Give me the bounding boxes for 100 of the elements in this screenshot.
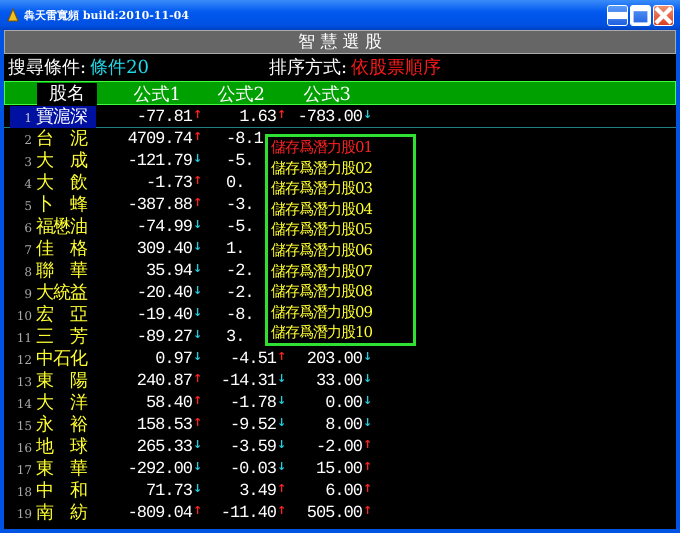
- column-header[interactable]: 股名: [37, 83, 97, 105]
- menu-item[interactable]: 儲存爲潛力股08: [271, 281, 413, 302]
- row-number: 5: [23, 198, 33, 215]
- menu-item[interactable]: 儲存爲潛力股07: [271, 260, 413, 282]
- trend-arrow: ↓: [363, 373, 372, 384]
- trend-arrow: ↓: [277, 395, 286, 406]
- table-cell-text: 265.33: [136, 438, 192, 456]
- table-cell-text: -8.: [225, 306, 255, 324]
- trend-arrow: ↓: [193, 307, 202, 318]
- table-cell-text: -2.: [225, 262, 255, 280]
- table-cell-text: 35.94: [144, 262, 192, 280]
- table-cell-text: 4709.74: [126, 130, 192, 148]
- stock-name[interactable]: 東 陽: [36, 370, 96, 392]
- row-number: 3: [23, 154, 33, 171]
- stock-name[interactable]: 大 飲: [36, 172, 96, 194]
- trend-arrow: ↑: [277, 351, 286, 362]
- stock-name[interactable]: 三 芳: [36, 326, 96, 348]
- table-cell-text: 203.00: [306, 350, 362, 368]
- trend-arrow: ↑: [277, 505, 286, 516]
- table-cell-text: 0.: [225, 174, 246, 192]
- menu-item[interactable]: 儲存爲潛力股03: [271, 178, 413, 199]
- maximize-button[interactable]: [630, 4, 651, 26]
- stock-name[interactable]: 宏 亞: [36, 304, 96, 326]
- row-number: 17: [16, 462, 33, 479]
- row-number: 4: [23, 176, 33, 193]
- table-cell-text: 58.40: [144, 394, 192, 412]
- table-cell-text: 1.63: [238, 108, 276, 126]
- stock-name[interactable]: 大統益: [36, 282, 96, 304]
- trend-arrow: ↓: [363, 395, 372, 406]
- search-condition[interactable]: 條件20: [90, 55, 149, 79]
- stock-name[interactable]: 寶滬深: [36, 106, 96, 128]
- app-icon: [6, 8, 20, 22]
- menu-item[interactable]: 儲存爲潛力股06: [271, 240, 413, 261]
- stock-name[interactable]: 台 泥: [36, 128, 96, 150]
- table-cell-text: -89.27: [136, 328, 192, 346]
- table-cell-text: -5.: [225, 218, 255, 236]
- stock-name[interactable]: 福懋油: [36, 216, 96, 238]
- table-cell-text: 8.00: [324, 416, 362, 434]
- row-number: 11: [16, 330, 33, 347]
- stock-name[interactable]: 南 紡: [36, 502, 96, 524]
- stock-name[interactable]: 大 洋: [36, 392, 96, 414]
- maximize-icon: [631, 6, 650, 24]
- trend-arrow: ↓: [363, 351, 372, 362]
- table-cell-text: 3.: [225, 328, 246, 346]
- table-cell-text: 158.53: [136, 416, 192, 434]
- trend-arrow: ↓: [277, 417, 286, 428]
- table-cell-text: -2.00: [314, 438, 362, 456]
- stock-name[interactable]: 聯 華: [36, 260, 96, 282]
- row-number: 18: [16, 484, 33, 501]
- trend-arrow: ↓: [193, 351, 202, 362]
- menu-item[interactable]: 儲存爲潛力股09: [271, 302, 413, 322]
- table-cell-text: 6.00: [324, 482, 362, 500]
- table-cell-text: -809.04: [126, 504, 192, 522]
- row-number: 10: [16, 308, 33, 325]
- table-cell-text: -3.: [225, 196, 255, 214]
- trend-arrow: ↓: [277, 461, 286, 472]
- stock-name[interactable]: 地 球: [36, 436, 96, 458]
- trend-arrow: ↓: [193, 241, 202, 252]
- table-cell-text: -1.78: [228, 394, 276, 412]
- table-cell-text: -9.52: [228, 416, 276, 434]
- sort-label: 排序方式:: [268, 56, 348, 79]
- stock-name[interactable]: 東 華: [36, 458, 96, 480]
- trend-arrow: ↑: [193, 505, 202, 516]
- minimize-button[interactable]: [607, 4, 628, 26]
- table-cell-text: -1.73: [144, 174, 192, 192]
- menu-item[interactable]: 儲存爲潛力股04: [271, 198, 413, 220]
- stock-name[interactable]: 永 裕: [36, 414, 96, 436]
- close-button[interactable]: [653, 4, 674, 26]
- table-cell-text: 15.00: [314, 460, 362, 478]
- row-number: 19: [16, 506, 33, 523]
- sort-order[interactable]: 依股票順序: [351, 55, 442, 79]
- row-number: 7: [23, 242, 33, 259]
- table-cell-text: 240.87: [136, 372, 192, 390]
- trend-arrow: ↑: [363, 483, 372, 494]
- trend-arrow: ↑: [363, 439, 372, 450]
- table-cell-text: 505.00: [306, 504, 362, 522]
- menu-item[interactable]: 儲存爲潛力股10: [271, 322, 413, 343]
- table-cell-text: -11.40: [220, 504, 276, 522]
- trend-arrow: ↓: [277, 439, 286, 450]
- stock-name[interactable]: 中 和: [36, 480, 96, 502]
- trend-arrow: ↑: [193, 175, 202, 186]
- trend-arrow: ↑: [277, 109, 286, 120]
- menu-item[interactable]: 儲存爲潛力股05: [271, 219, 413, 240]
- table-cell-text: 3.49: [238, 482, 276, 500]
- menu-item[interactable]: 儲存爲潛力股01: [271, 137, 413, 158]
- row-number: 2: [23, 132, 33, 149]
- trend-arrow: ↑: [193, 373, 202, 384]
- stock-name[interactable]: 佳 格: [36, 238, 96, 260]
- table-cell-text: -19.40: [136, 306, 192, 324]
- menu-item[interactable]: 儲存爲潛力股02: [271, 158, 413, 178]
- trend-arrow: ↑: [363, 461, 372, 472]
- table-cell-text: -74.99: [136, 218, 192, 236]
- search-label: 搜尋條件:: [8, 56, 86, 79]
- stock-name[interactable]: 大 成: [36, 150, 96, 172]
- stock-name[interactable]: 卜 蜂: [36, 194, 96, 216]
- trend-arrow: ↑: [193, 197, 202, 208]
- stock-name[interactable]: 中石化: [36, 348, 96, 370]
- trend-arrow: ↓: [193, 483, 202, 494]
- table-cell-text: -5.: [225, 152, 255, 170]
- panel-title: 智 慧 選 股: [4, 30, 676, 54]
